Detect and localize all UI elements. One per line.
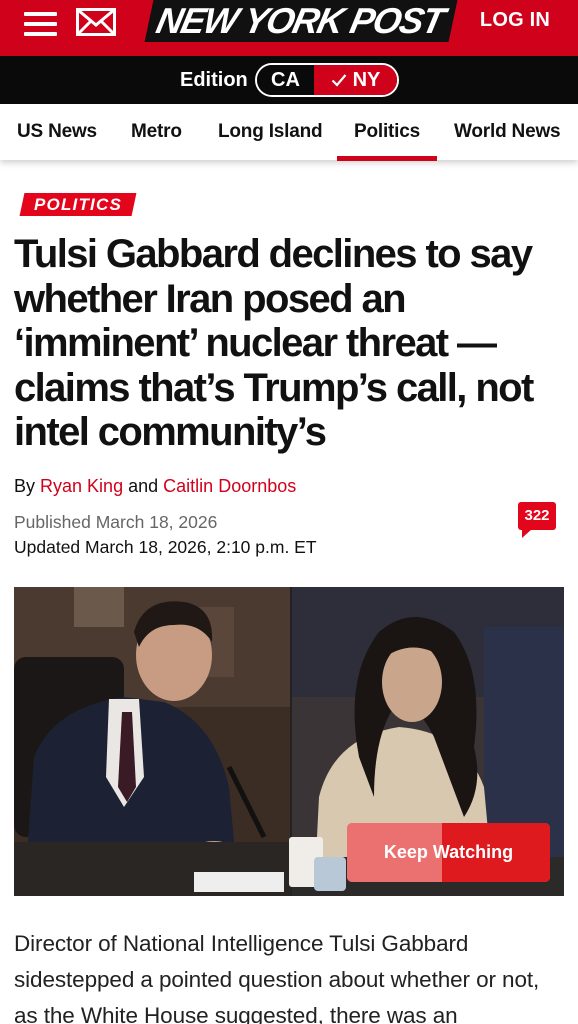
site-logo[interactable]: NEW YORK POST [144, 0, 458, 42]
nav-item-long-island[interactable]: Long Island [218, 121, 323, 143]
edition-option-ny-label: NY [352, 68, 381, 91]
section-kicker[interactable]: POLITICS [19, 193, 137, 216]
published-date: Published March 18, 2026 [14, 512, 218, 532]
logo-text: NEW YORK POST [152, 0, 448, 41]
updated-date: Updated March 18, 2026, 2:10 p.m. ET [14, 537, 317, 557]
comment-bubble-icon [522, 529, 532, 538]
comment-count-button[interactable]: 322 [518, 502, 558, 538]
comment-count: 322 [518, 502, 556, 530]
checkmark-icon [331, 74, 346, 87]
edition-option-ca-label: CA [271, 68, 300, 91]
byline-and: and [128, 476, 159, 496]
login-button[interactable]: LOG IN [480, 9, 550, 31]
author-link-2[interactable]: Caitlin Doornbos [163, 476, 296, 496]
article-headline: Tulsi Gabbard declines to say whether Ir… [14, 232, 534, 454]
author-link-1[interactable]: Ryan King [40, 476, 123, 496]
nav-item-world-news[interactable]: World News [454, 121, 561, 143]
edition-label: Edition [180, 69, 248, 91]
nav-active-indicator [337, 156, 437, 161]
keep-watching-label: Keep Watching [383, 842, 514, 862]
keep-watching-button[interactable]: Keep Watching [347, 823, 550, 882]
byline-prefix: By [14, 476, 36, 496]
envelope-icon[interactable] [76, 6, 116, 36]
article-body-paragraph: Director of National Intelligence Tulsi … [14, 931, 540, 1024]
edition-option-ca[interactable]: CA [257, 65, 314, 95]
site-header: NEW YORK POST LOG IN [0, 0, 578, 56]
edition-option-ny[interactable]: NY [314, 65, 397, 95]
nav-item-us-news[interactable]: US News [17, 121, 97, 143]
edition-bar: Edition CA NY [0, 56, 578, 104]
edition-toggle[interactable]: CA NY [255, 63, 399, 97]
byline: By Ryan King and Caitlin Doornbos [14, 475, 296, 497]
section-nav: US News Metro Long Island Politics World… [0, 104, 578, 161]
hamburger-menu-icon[interactable] [24, 6, 58, 36]
nav-item-politics[interactable]: Politics [354, 121, 420, 143]
section-kicker-label: POLITICS [34, 195, 122, 214]
nav-item-metro[interactable]: Metro [131, 121, 182, 143]
